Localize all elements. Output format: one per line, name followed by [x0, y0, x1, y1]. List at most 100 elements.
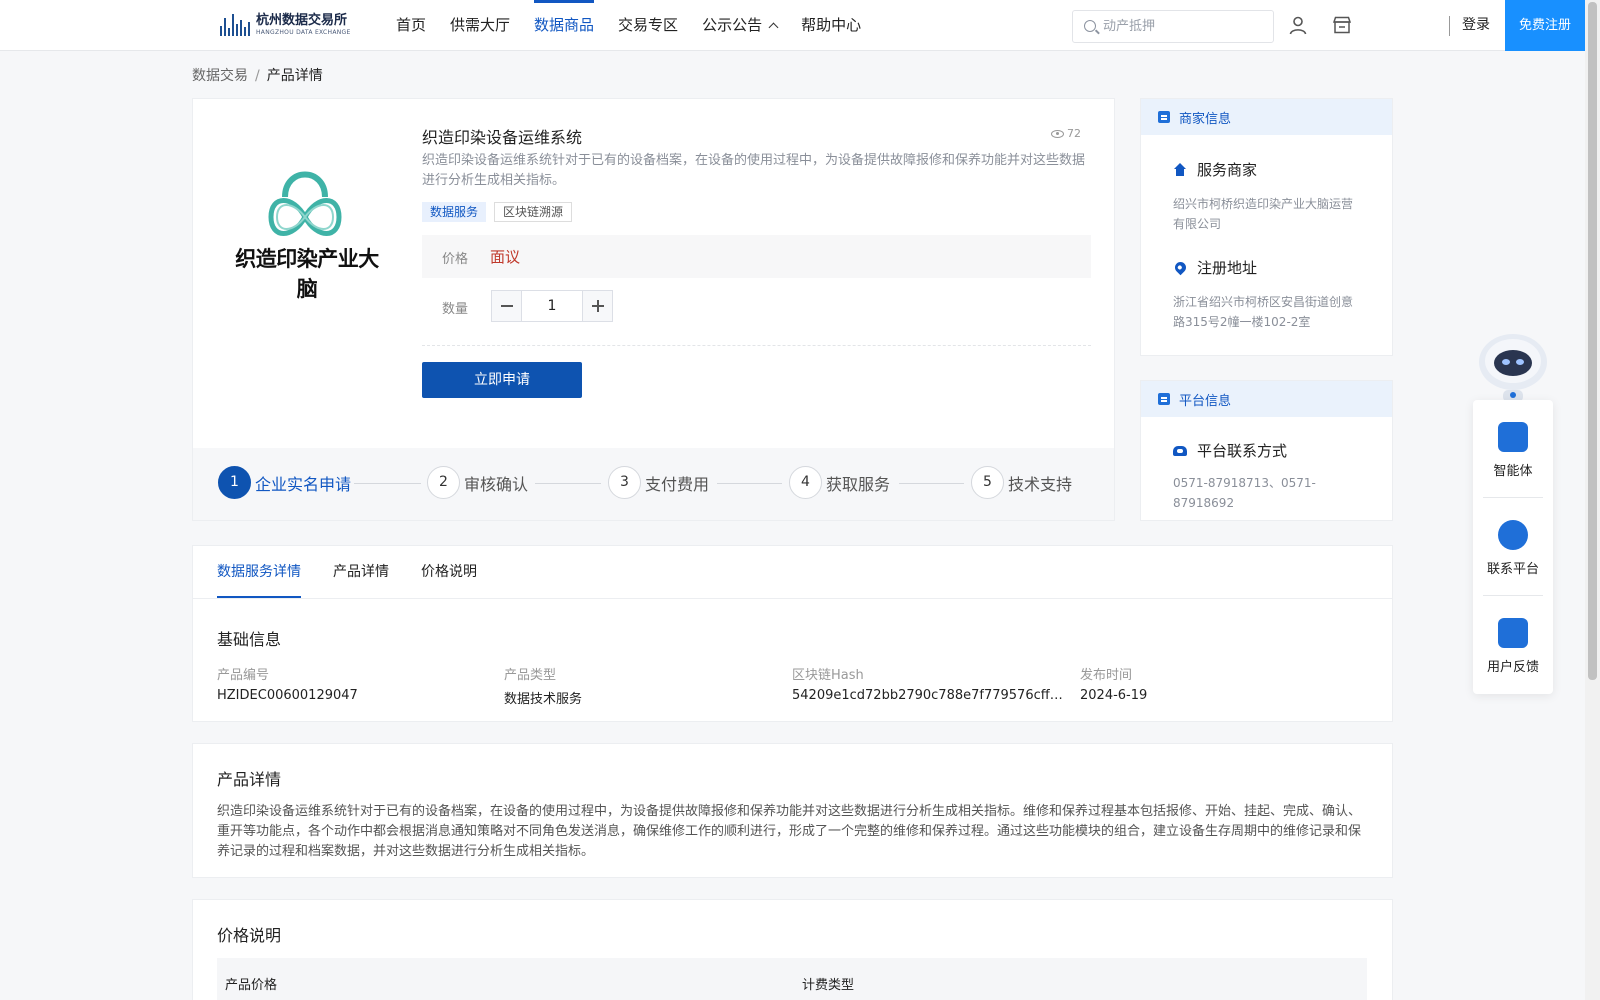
col-billing-type: 计费类型 [802, 978, 855, 993]
nav-data-products[interactable]: 数据商品 [534, 0, 595, 50]
platform-info-title: 平台信息 [1179, 394, 1232, 409]
price-explanation-title: 价格说明 [217, 926, 282, 945]
search-icon[interactable] [1084, 20, 1096, 32]
float-contact-label: 联系平台 [1486, 562, 1539, 577]
float-contact[interactable]: 联系平台 [1473, 498, 1553, 595]
nav-supply-demand[interactable]: 供需大厅 [450, 0, 510, 50]
tab-product-detail[interactable]: 产品详情 [333, 546, 389, 598]
user-icon[interactable] [1288, 15, 1308, 35]
breadcrumb-separator: / [255, 68, 260, 84]
apply-now-button[interactable]: 立即申请 [422, 362, 582, 398]
product-detail-text: 织造印染设备运维系统针对于已有的设备档案，在设备的使用过程中，为设备提供故障报修… [217, 804, 1362, 859]
step-1-label: 企业实名申请 [255, 474, 352, 494]
product-description: 织造印染设备运维系统针对于已有的设备档案，在设备的使用过程中，为设备提供故障报修… [422, 153, 1086, 188]
quantity-stepper: 1 [491, 290, 613, 322]
info-value: 2024-6-19 [1080, 688, 1148, 703]
search-box [1072, 10, 1274, 43]
float-feedback-label: 用户反馈 [1486, 660, 1539, 675]
detail-tabs: 数据服务详情 产品详情 价格说明 [217, 546, 509, 598]
product-title: 织造印染设备运维系统 [422, 128, 583, 147]
view-count-value: 72 [1067, 127, 1081, 140]
dashed-divider [422, 345, 1091, 346]
logo-name-cn: 杭州数据交易所 [256, 12, 348, 28]
product-tags: 数据服务 区块链溯源 [422, 202, 573, 222]
info-key: 区块链Hash [792, 668, 864, 683]
platform-contact: 平台联系方式 0571-87918713、0571-87918692 [1173, 440, 1373, 513]
search-input[interactable] [1103, 11, 1268, 42]
price-explanation-card: 价格说明 产品价格 计费类型 [192, 899, 1393, 1000]
basic-info-title: 基础信息 [217, 630, 282, 649]
store-icon[interactable] [1332, 16, 1352, 34]
quantity-minus-button[interactable] [492, 291, 522, 321]
nav-trade-zone[interactable]: 交易专区 [618, 0, 678, 50]
info-value: 54209e1cd72bb2790c788e7f779576cff6c... [792, 688, 1067, 703]
scrollbar-thumb[interactable] [1588, 2, 1597, 680]
service-merchant-label: 服务商家 [1197, 161, 1258, 179]
service-merchant-value: 绍兴市柯桥织造印染产业大脑运营有限公司 [1173, 197, 1354, 231]
step-1: 1 企业实名申请 [218, 466, 351, 499]
register-button[interactable]: 免费注册 [1505, 0, 1585, 51]
platform-info-header: 平台信息 [1141, 381, 1392, 417]
price-table-header: 产品价格 计费类型 [217, 958, 1367, 1000]
quantity-plus-button[interactable] [582, 291, 612, 321]
robot-assistant-icon[interactable] [1475, 328, 1551, 404]
header-divider [1449, 16, 1450, 36]
step-5-number: 5 [971, 466, 1004, 499]
platform-info-card: 平台信息 平台联系方式 0571-87918713、0571-87918692 [1140, 380, 1393, 521]
logo-name-en: HANGZHOU DATA EXCHANGE [256, 28, 351, 36]
page-scrollbar[interactable] [1585, 0, 1600, 1000]
step-4-number: 4 [789, 466, 822, 499]
info-value: HZIDEC00600129047 [217, 688, 358, 703]
feedback-icon [1498, 618, 1528, 648]
tag-blockchain: 区块链溯源 [494, 202, 573, 222]
tab-price-explanation[interactable]: 价格说明 [421, 546, 477, 598]
product-logo-text: 织造印染产业大脑 [235, 247, 379, 301]
nav-home[interactable]: 首页 [396, 0, 426, 50]
info-key: 产品类型 [504, 668, 557, 683]
eye-icon [1051, 129, 1064, 138]
step-4: 4 获取服务 [789, 466, 890, 499]
price-box: 价格 面议 [422, 235, 1091, 278]
step-2-number: 2 [427, 466, 460, 499]
info-key: 产品编号 [217, 668, 270, 683]
login-link[interactable]: 登录 [1462, 0, 1490, 50]
exchange-logo[interactable]: 杭州数据交易所 HANGZHOU DATA EXCHANGE [220, 11, 360, 39]
breadcrumb-current: 产品详情 [266, 68, 323, 84]
price-value: 面议 [490, 248, 521, 266]
merchant-info-header: 商家信息 [1141, 99, 1392, 135]
float-agent[interactable]: 智能体 [1473, 400, 1553, 497]
product-card: 织造印染产业大脑 织造印染设备运维系统 72 织造印染设备运维系统针对于已有的设… [192, 98, 1115, 521]
float-feedback[interactable]: 用户反馈 [1473, 596, 1553, 693]
registered-address: 注册地址 浙江省绍兴市柯桥区安昌街道创意路315号2幢一楼102-2室 [1172, 257, 1358, 332]
info-value: 数据技术服务 [504, 692, 583, 707]
step-connector [899, 483, 964, 484]
info-publish-date: 发布时间 2024-6-19 [1080, 664, 1360, 703]
nav-announcements[interactable]: 公示公告 [702, 0, 779, 50]
house-icon [1173, 162, 1187, 177]
info-blockchain-hash: 区块链Hash 54209e1cd72bb2790c788e7f779576cff… [792, 664, 1067, 703]
process-steps: 1 企业实名申请 2 审核确认 3 支付费用 4 获取服务 5 技术支持 [193, 448, 1114, 520]
merchant-info-icon [1158, 111, 1170, 123]
quantity-value[interactable]: 1 [522, 291, 582, 321]
nav-help-center[interactable]: 帮助中心 [801, 0, 861, 50]
location-pin-icon [1172, 259, 1189, 276]
info-product-id: 产品编号 HZIDEC00600129047 [217, 664, 497, 703]
breadcrumb-root[interactable]: 数据交易 [192, 68, 248, 84]
step-3: 3 支付费用 [608, 466, 709, 499]
step-4-label: 获取服务 [826, 474, 891, 494]
step-1-number: 1 [218, 466, 251, 499]
tabs-divider [193, 598, 1392, 599]
breadcrumb: 数据交易 / 产品详情 [192, 65, 323, 85]
headset-icon [1498, 520, 1528, 550]
floating-side-panel: 智能体 联系平台 用户反馈 [1473, 400, 1553, 694]
platform-contact-value: 0571-87918713、0571-87918692 [1173, 476, 1316, 510]
view-count: 72 [1051, 127, 1081, 140]
nav-announcements-label: 公示公告 [702, 16, 763, 34]
float-agent-label: 智能体 [1493, 464, 1533, 479]
step-5: 5 技术支持 [971, 466, 1072, 499]
step-connector [535, 483, 601, 484]
tab-data-service-detail[interactable]: 数据服务详情 [217, 546, 301, 598]
platform-contact-label: 平台联系方式 [1197, 442, 1288, 460]
merchant-info-title: 商家信息 [1179, 112, 1232, 127]
robot-icon [1498, 422, 1528, 452]
